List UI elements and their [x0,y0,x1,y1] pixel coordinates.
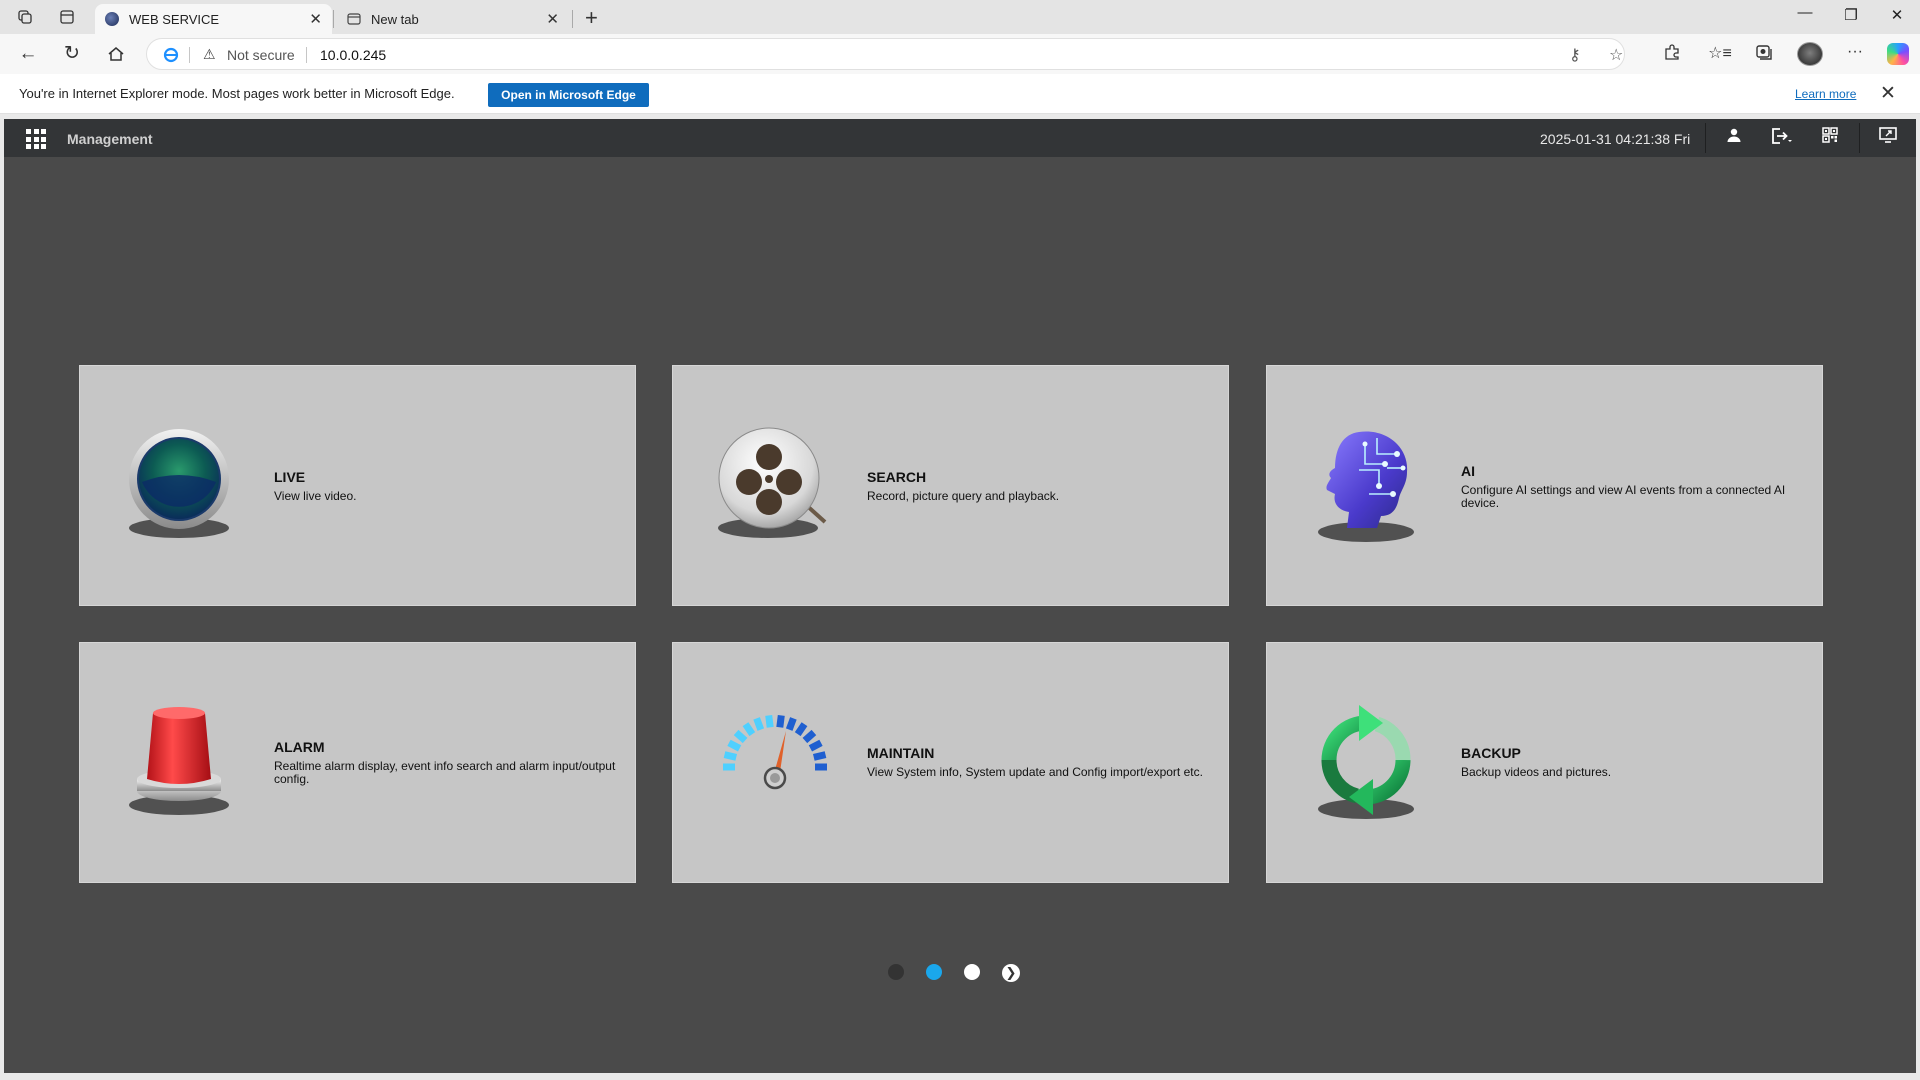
learn-more-link[interactable]: Learn more [1795,87,1856,101]
refresh-arrows-icon [1307,701,1425,829]
key-icon[interactable]: ⚷ [1569,45,1581,65]
page-indicator: ❯ [4,959,1916,983]
logout-icon[interactable] [1770,127,1794,149]
web-service-app: Management 2025-01-31 04:21:38 Fri LIVE … [4,119,1916,1073]
omnibox-divider [189,47,190,63]
web-service-favicon-icon [105,12,119,26]
collections-icon[interactable] [1752,43,1776,66]
gauge-tick [794,722,808,737]
refresh-icon[interactable]: ↻ [60,43,84,65]
ie-mode-icon[interactable] [163,47,179,63]
tab-title: New tab [371,11,419,27]
card-description: Backup videos and pictures. [1461,765,1612,779]
app-grid-menu-icon[interactable] [26,129,46,149]
back-arrow-icon[interactable]: ← [16,43,40,65]
gauge-tick [727,739,742,752]
gauge-ticks [723,714,827,771]
gauge-tick [808,739,823,752]
restore-icon[interactable]: ❐ [1836,6,1866,24]
tab-divider [333,10,334,28]
gauge-tick [765,714,774,728]
gauge-tick [753,717,765,731]
warning-triangle-icon: ⚠ [203,46,216,62]
card-description: Record, picture query and playback. [867,489,1060,503]
tab-actions-icon[interactable] [57,7,77,27]
gauge-tick [723,751,738,761]
ai-head-icon [1307,424,1425,552]
next-page-icon[interactable]: ❯ [1002,964,1020,982]
alarm-siren-icon [120,701,238,829]
user-icon[interactable] [1722,127,1746,149]
address-toolbar: ← ↻ ⚠ Not secure 10.0.0.245 ⚷ ☆ ☆≡ ··· [0,34,1920,74]
card-title: ALARM [274,739,325,755]
tab-divider [572,10,573,28]
new-tab-plus-icon[interactable]: + [585,5,598,31]
open-in-edge-button[interactable]: Open in Microsoft Edge [488,83,649,107]
card-live[interactable]: LIVE View live video. [79,365,636,606]
address-input[interactable]: ⚠ Not secure 10.0.0.245 ⚷ ☆ [146,38,1625,70]
page-dot-1[interactable] [888,964,904,980]
gauge-tick [733,729,748,744]
copilot-icon[interactable] [1887,43,1909,65]
minimize-icon[interactable]: — [1790,4,1820,21]
gauge-tick [785,717,797,731]
close-tab-icon[interactable]: ✕ [546,10,559,28]
browser-tab-strip: WEB SERVICE ✕ New tab ✕ + — ❐ ✕ [0,0,1920,34]
url-text[interactable]: 10.0.0.245 [320,47,386,63]
ie-mode-infobar: You're in Internet Explorer mode. Most p… [0,74,1920,114]
window-close-icon[interactable]: ✕ [1882,6,1912,24]
gauge-tick [742,722,756,737]
device-datetime: 2025-01-31 04:21:38 Fri [1540,131,1691,147]
qr-code-icon[interactable] [1818,127,1842,149]
gauge-icon [713,701,831,829]
card-maintain[interactable]: MAINTAIN View System info, System update… [672,642,1229,883]
page-dot-3[interactable] [964,964,980,980]
gauge-tick [812,751,827,761]
favorite-star-icon[interactable]: ☆ [1609,45,1623,65]
more-menu-icon[interactable]: ··· [1843,43,1867,61]
card-description: Realtime alarm display, event info searc… [274,759,616,786]
card-title: SEARCH [867,469,927,485]
live-lens-icon [120,424,238,552]
security-status[interactable]: Not secure [227,47,295,63]
omnibox-divider [306,47,307,63]
ie-mode-message: You're in Internet Explorer mode. Most p… [19,86,455,101]
card-description: View System info, System update and Conf… [867,765,1203,779]
film-reel-icon [713,424,831,552]
home-icon[interactable] [104,43,128,65]
extensions-puzzle-icon[interactable] [1660,43,1684,66]
card-title: AI [1461,463,1475,479]
workspaces-icon[interactable] [15,7,35,27]
card-alarm[interactable]: ALARM Realtime alarm display, event info… [79,642,636,883]
tab-web-service[interactable]: WEB SERVICE ✕ [95,4,332,34]
page-dot-2[interactable] [926,964,942,980]
fullscreen-icon[interactable] [1876,127,1900,149]
gauge-tick [802,729,817,744]
gauge-tick [776,714,785,728]
card-ai[interactable]: AI Configure AI settings and view AI eve… [1266,365,1823,606]
close-infobar-icon[interactable]: ✕ [1880,82,1896,105]
app-header: Management 2025-01-31 04:21:38 Fri [4,119,1916,157]
card-backup[interactable]: BACKUP Backup videos and pictures. [1266,642,1823,883]
card-search[interactable]: SEARCH Record, picture query and playbac… [672,365,1229,606]
card-description: Configure AI settings and view AI events… [1461,483,1786,510]
tab-title: WEB SERVICE [129,11,220,27]
card-description: View live video. [274,489,357,503]
new-tab-favicon-icon [347,12,361,26]
card-title: LIVE [274,469,306,485]
favorites-icon[interactable]: ☆≡ [1708,43,1732,63]
close-tab-icon[interactable]: ✕ [309,10,322,28]
tab-new-tab[interactable]: New tab ✕ [337,4,569,34]
profile-avatar[interactable] [1797,42,1823,66]
page-title: Management [67,131,153,147]
card-title: MAINTAIN [867,745,935,761]
header-divider [1705,123,1706,153]
card-title: BACKUP [1461,745,1521,761]
header-divider [1859,123,1860,153]
